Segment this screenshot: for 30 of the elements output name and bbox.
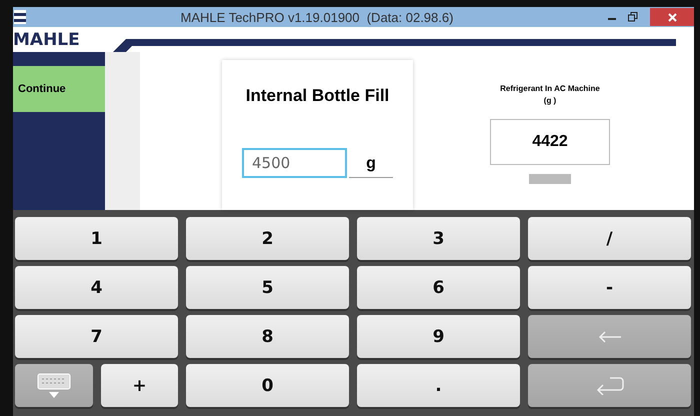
continue-button[interactable]: Continue xyxy=(13,66,105,112)
close-button[interactable] xyxy=(650,8,694,26)
brand-logo: MAHLE xyxy=(13,30,80,50)
keyboard-icon xyxy=(37,372,71,398)
keyboard-key[interactable]: / xyxy=(528,217,691,260)
keyboard-key[interactable]: 1 xyxy=(15,217,178,260)
reading-unit: (g ) xyxy=(544,96,556,105)
keyboard-key[interactable]: 0 xyxy=(186,364,349,407)
window-title: MAHLE TechPRO v1.19.01900 (Data: 02.98.6) xyxy=(180,10,454,24)
reading-label: Refrigerant In AC Machine xyxy=(500,84,600,93)
close-icon xyxy=(668,12,676,22)
keyboard-key[interactable]: + xyxy=(101,364,178,407)
keyboard-key[interactable]: 7 xyxy=(15,315,178,358)
keyboard-key[interactable]: 2 xyxy=(186,217,349,260)
unit-label: g xyxy=(349,155,393,178)
keyboard-key[interactable]: 8 xyxy=(186,315,349,358)
enter-icon xyxy=(596,376,624,394)
keyboard-key[interactable]: - xyxy=(528,266,691,309)
keyboard-key[interactable]: 3 xyxy=(357,217,520,260)
keyboard-key[interactable]: 9 xyxy=(357,315,520,358)
reading-value: 4422 xyxy=(490,119,610,165)
keyboard-key[interactable]: . xyxy=(357,364,520,407)
keyboard-key[interactable]: 5 xyxy=(186,266,349,309)
card-title: Internal Bottle Fill xyxy=(246,86,390,106)
keyboard-key[interactable]: 4 xyxy=(15,266,178,309)
left-arrow-icon xyxy=(598,330,622,342)
app-icon xyxy=(14,10,26,24)
keyboard-key[interactable]: 6 xyxy=(357,266,520,309)
amount-field[interactable]: 4500 xyxy=(242,148,347,178)
restore-icon[interactable] xyxy=(628,12,638,22)
